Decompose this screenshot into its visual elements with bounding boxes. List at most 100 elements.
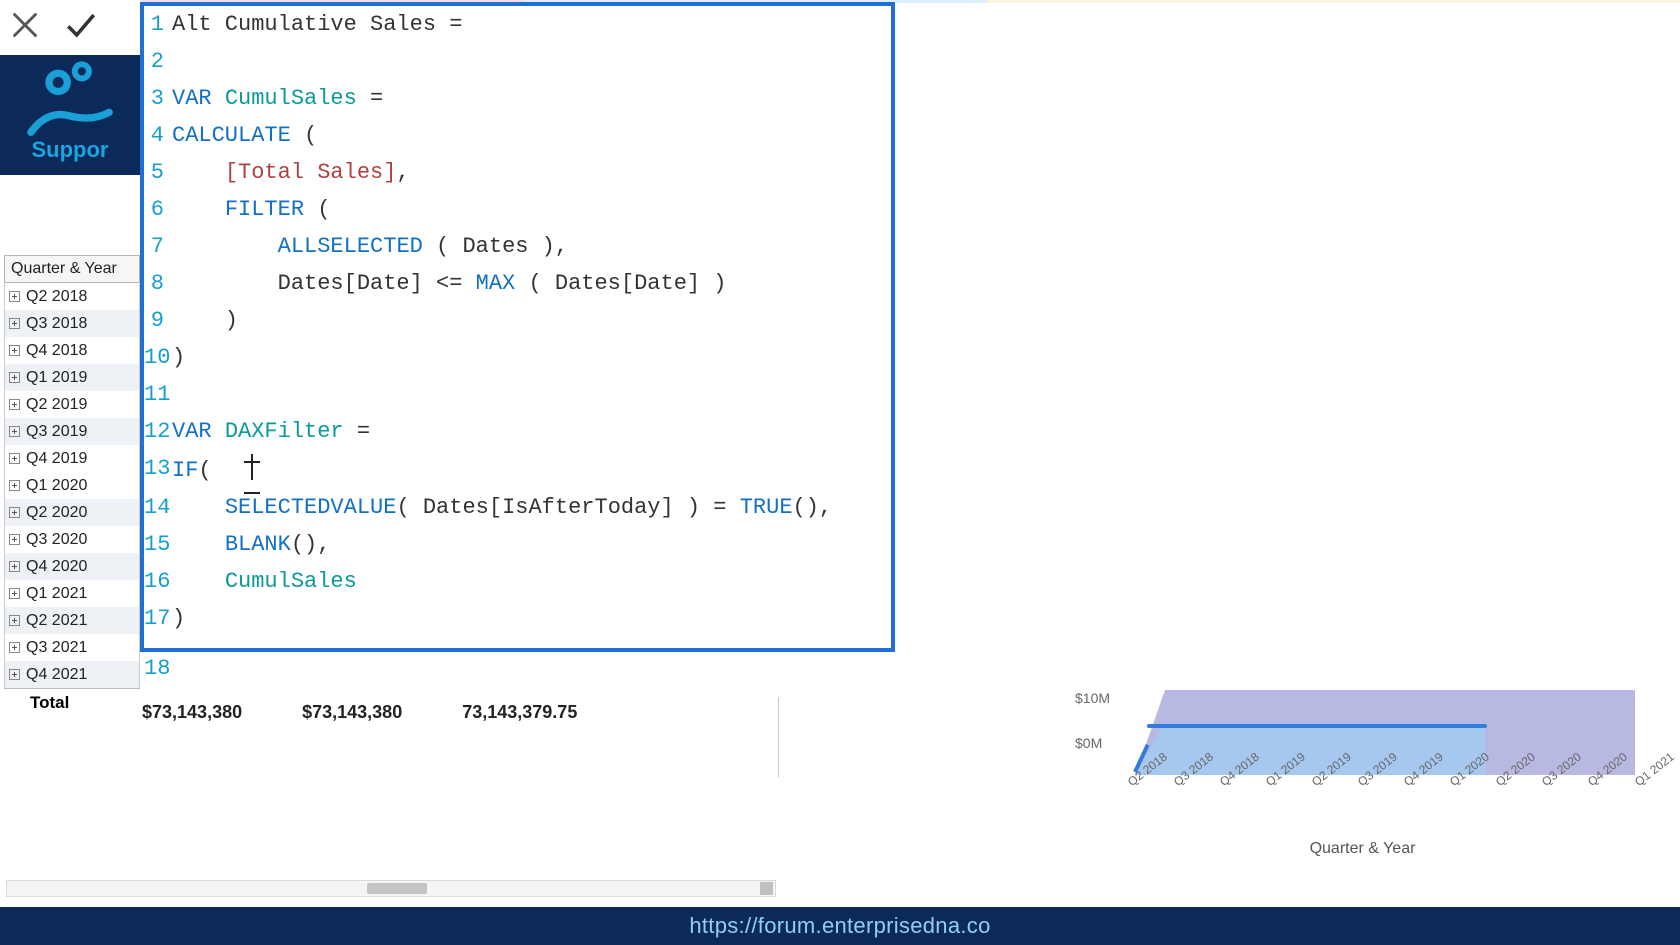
code-line[interactable]: 1Alt Cumulative Sales =	[144, 6, 891, 43]
code-line[interactable]: 14 SELECTEDVALUE( Dates[IsAfterToday] ) …	[144, 489, 891, 526]
slicer-row[interactable]: Q3 2020	[5, 526, 139, 553]
slicer-row[interactable]: Q3 2018	[5, 310, 139, 337]
footer-url[interactable]: https://forum.enterprisedna.co	[689, 913, 990, 939]
total-value-3: 73,143,379.75	[462, 702, 577, 723]
slicer-row[interactable]: Q3 2019	[5, 418, 139, 445]
gutter-number: 7	[144, 228, 172, 265]
quarter-year-slicer[interactable]: Quarter & Year Q2 2018 Q3 2018Q4 2018 Q1 2…	[4, 255, 140, 716]
expand-icon[interactable]	[9, 669, 20, 680]
horizontal-scrollbar[interactable]	[6, 880, 776, 897]
slicer-row[interactable]: Q1 2019	[5, 364, 139, 391]
expand-icon[interactable]	[9, 588, 20, 599]
slicer-row[interactable]: Q2 2020	[5, 499, 139, 526]
code-content[interactable]: FILTER (	[172, 191, 891, 228]
code-content[interactable]: Dates[Date] <= MAX ( Dates[Date] )	[172, 265, 891, 302]
footer-url-bar: https://forum.enterprisedna.co	[0, 907, 1680, 945]
slicer-row[interactable]: Q1 2020	[5, 472, 139, 499]
hand-icon	[25, 105, 115, 137]
code-line[interactable]: 13IF(	[144, 450, 891, 489]
code-content[interactable]: ALLSELECTED ( Dates ),	[172, 228, 891, 265]
code-content[interactable]: IF(	[172, 450, 891, 489]
expand-icon[interactable]	[9, 507, 20, 518]
gutter-number: 3	[144, 80, 172, 117]
formula-commit-bar	[0, 0, 140, 55]
expand-icon[interactable]	[9, 642, 20, 653]
slicer-row[interactable]: Q2 2019	[5, 391, 139, 418]
expand-icon[interactable]	[9, 372, 20, 383]
code-content[interactable]: VAR CumulSales =	[172, 80, 891, 117]
expand-icon[interactable]	[9, 615, 20, 626]
code-content[interactable]: BLANK(),	[172, 526, 891, 563]
code-line[interactable]: 7 ALLSELECTED ( Dates ),	[144, 228, 891, 265]
code-content[interactable]: SELECTEDVALUE( Dates[IsAfterToday] ) = T…	[172, 489, 891, 526]
code-line[interactable]: 15 BLANK(),	[144, 526, 891, 563]
expand-icon[interactable]	[9, 480, 20, 491]
cancel-icon[interactable]	[8, 8, 42, 47]
code-line[interactable]: 8 Dates[Date] <= MAX ( Dates[Date] )	[144, 265, 891, 302]
code-content[interactable]: )	[172, 600, 891, 637]
code-line[interactable]: 17)	[144, 600, 891, 637]
slicer-row[interactable]: Q2 2018	[5, 283, 139, 310]
slicer-row[interactable]: Q4 2021	[5, 661, 139, 688]
code-line[interactable]: 3VAR CumulSales =	[144, 80, 891, 117]
expand-icon[interactable]	[9, 345, 20, 356]
code-line[interactable]: 10)	[144, 339, 891, 376]
gutter-number: 15	[144, 526, 172, 563]
dax-formula-editor[interactable]: 1Alt Cumulative Sales =23VAR CumulSales …	[140, 2, 895, 652]
gutter-number: 11	[144, 376, 172, 413]
code-line[interactable]: 4CALCULATE (	[144, 117, 891, 154]
series-line-flat	[1147, 724, 1487, 728]
code-content[interactable]: VAR DAXFilter =	[172, 413, 891, 450]
expand-icon[interactable]	[9, 534, 20, 545]
code-content[interactable]: )	[172, 339, 891, 376]
expand-icon[interactable]	[9, 399, 20, 410]
gutter-line-18: 18	[144, 656, 172, 681]
code-content[interactable]	[172, 43, 891, 80]
code-line[interactable]: 5 [Total Sales],	[144, 154, 891, 191]
expand-icon[interactable]	[9, 426, 20, 437]
chart-y-ticks: $10M $0M	[1075, 690, 1110, 780]
slicer-row[interactable]: Q1 2021	[5, 580, 139, 607]
code-content[interactable]: Alt Cumulative Sales =	[172, 6, 891, 43]
total-value-2: $73,143,380	[302, 702, 402, 723]
slicer-row[interactable]: Q2 2021	[5, 607, 139, 634]
code-line[interactable]: 9 )	[144, 302, 891, 339]
expand-icon[interactable]	[9, 318, 20, 329]
code-content[interactable]: CALCULATE (	[172, 117, 891, 154]
slicer-row[interactable]: Q4 2019	[5, 445, 139, 472]
gutter-number: 10	[144, 339, 172, 376]
gutter-number: 13	[144, 450, 172, 489]
code-line[interactable]: 16 CumulSales	[144, 563, 891, 600]
slicer-row[interactable]: Q3 2021	[5, 634, 139, 661]
gutter-number: 16	[144, 563, 172, 600]
cumulative-sales-chart[interactable]: $10M $0M Q2 2018Q3 2018Q4 2018Q1 2019Q2 …	[1075, 690, 1650, 860]
code-line[interactable]: 11	[144, 376, 891, 413]
slicer-row[interactable]: Q4 2018	[5, 337, 139, 364]
expand-icon[interactable]	[9, 453, 20, 464]
slicer-row-label: Q4 2021	[26, 666, 87, 684]
slicer-row-label: Q3 2020	[26, 531, 87, 549]
resize-grip[interactable]	[760, 882, 773, 895]
code-content[interactable]: )	[172, 302, 891, 339]
scrollbar-thumb[interactable]	[367, 883, 427, 894]
code-content[interactable]: CumulSales	[172, 563, 891, 600]
code-line[interactable]: 6 FILTER (	[144, 191, 891, 228]
code-line[interactable]: 12VAR DAXFilter =	[144, 413, 891, 450]
total-value-1: $73,143,380	[142, 702, 242, 723]
gutter-number: 5	[144, 154, 172, 191]
slicer-row-label: Q2 2018	[26, 288, 87, 306]
gutter-number: 4	[144, 117, 172, 154]
gutter-number: 8	[144, 265, 172, 302]
slicer-row[interactable]: Q4 2020	[5, 553, 139, 580]
support-label: Suppor	[32, 137, 109, 163]
expand-icon[interactable]	[9, 561, 20, 572]
code-line[interactable]: 2	[144, 43, 891, 80]
expand-icon[interactable]	[9, 291, 20, 302]
slicer-header[interactable]: Quarter & Year	[4, 255, 140, 283]
confirm-icon[interactable]	[64, 8, 98, 47]
code-content[interactable]	[172, 376, 891, 413]
slicer-row-label: Q3 2019	[26, 423, 87, 441]
code-content[interactable]: [Total Sales],	[172, 154, 891, 191]
slicer-row-label: Q1 2019	[26, 369, 87, 387]
slicer-row-label: Q2 2020	[26, 504, 87, 522]
